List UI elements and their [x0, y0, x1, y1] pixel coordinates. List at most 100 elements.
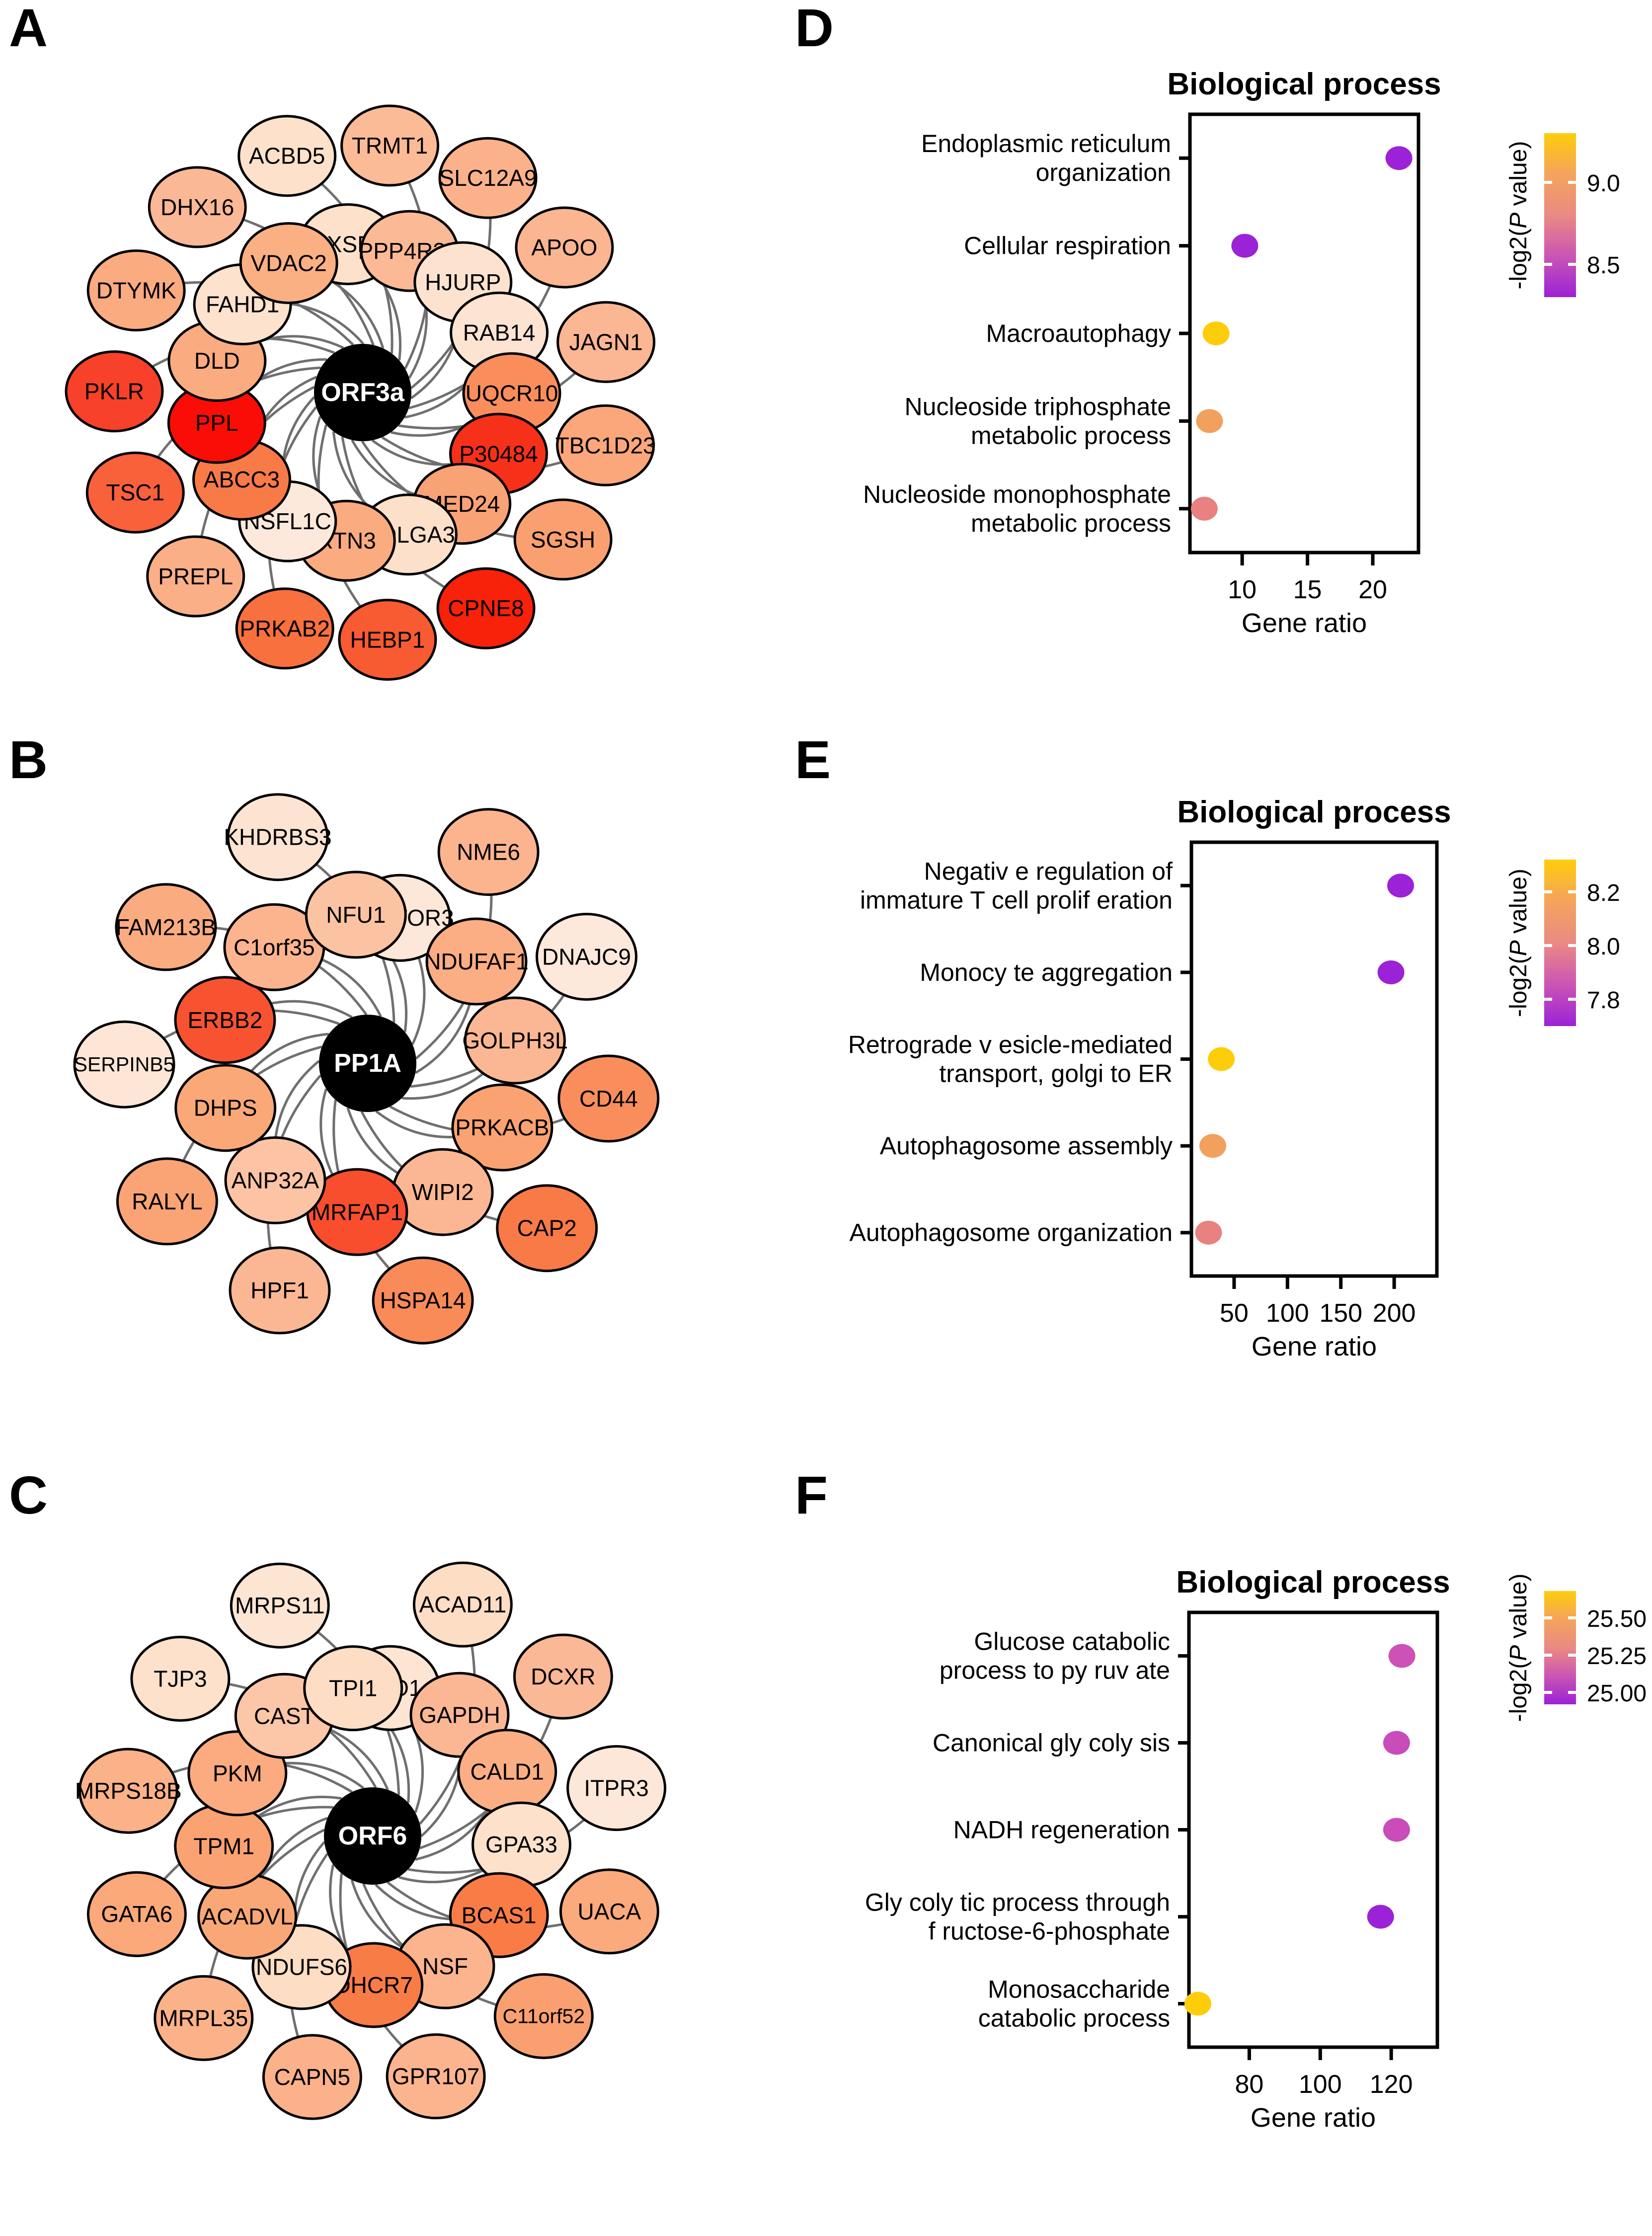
network-node[interactable]: GATA6: [86, 1871, 187, 1957]
network-node[interactable]: ACBD5: [237, 115, 337, 197]
network-node[interactable]: FAM213B: [115, 883, 217, 971]
network-node[interactable]: PREPL: [146, 535, 245, 618]
data-point[interactable]: [1383, 1818, 1410, 1842]
data-point[interactable]: [1184, 1992, 1211, 2016]
node-label: UACA: [577, 1899, 641, 1924]
data-point[interactable]: [1208, 1047, 1235, 1071]
network-node[interactable]: HSPA14: [372, 1256, 474, 1345]
node-label: GOLPH3L: [462, 1028, 567, 1053]
data-point[interactable]: [1385, 146, 1413, 170]
data-point[interactable]: [1196, 409, 1223, 433]
network-node[interactable]: CD44: [557, 1054, 660, 1143]
category-label: NADH regeneration: [953, 1816, 1170, 1844]
node-label: HSPA14: [380, 1287, 466, 1313]
data-point[interactable]: [1231, 234, 1259, 258]
network-node[interactable]: DHX16: [148, 166, 247, 248]
network-node[interactable]: ANP32A: [224, 1136, 326, 1224]
dotplot-biological-process-e: Biological processNegativ e regulation o…: [848, 795, 1620, 1361]
x-axis-title: Gene ratio: [1251, 2103, 1376, 2133]
category-axis: Glucose catabolicprocess to py ruv ate Ca…: [865, 1628, 1189, 2032]
colorbar-axis-title: -log2(P value): [1505, 869, 1532, 1017]
network-node[interactable]: PRKAB2: [235, 587, 334, 670]
category-label: Negativ e regulation of: [924, 857, 1173, 885]
category-label: Macroautophagy: [986, 319, 1171, 347]
colorbar-tick-label: 7.8: [1587, 987, 1620, 1014]
x-axis: 80 100 120 Gene ratio: [1235, 2047, 1413, 2133]
node-label: GPA33: [485, 1832, 557, 1857]
network-node[interactable]: PKLR: [65, 350, 164, 433]
network-node[interactable]: C11orf52: [493, 1973, 594, 2059]
network-node[interactable]: DCXR: [513, 1633, 613, 1720]
network-node[interactable]: TJP3: [130, 1636, 231, 1722]
network-node[interactable]: DTYMK: [86, 249, 186, 331]
network-node[interactable]: DHPS: [174, 1064, 277, 1152]
network-node[interactable]: TPI1: [303, 1645, 403, 1732]
network-hub[interactable]: PP1A: [319, 1015, 416, 1112]
node-label: HPF1: [250, 1278, 309, 1303]
node-label: CAST: [254, 1703, 315, 1729]
network-node[interactable]: CAPN5: [262, 2034, 362, 2120]
network-node[interactable]: ACAD11: [412, 1561, 513, 1648]
network-node[interactable]: NFU1: [305, 871, 407, 959]
network-node[interactable]: MRPS11: [230, 1562, 330, 1649]
node-label: P30484: [459, 441, 538, 467]
x-axis: 10 15 20 Gene ratio: [1228, 553, 1387, 638]
network-hub[interactable]: ORF6: [324, 1787, 421, 1885]
data-point[interactable]: [1383, 1731, 1410, 1755]
data-point[interactable]: [1377, 960, 1405, 984]
node-label: MRPS11: [235, 1593, 325, 1618]
network-node[interactable]: VDAC2: [239, 222, 338, 304]
network-node[interactable]: RALYL: [116, 1157, 218, 1246]
network-node[interactable]: HEBP1: [338, 599, 437, 681]
node-label: TRMT1: [352, 133, 428, 159]
network-node[interactable]: GOLPH3L: [462, 996, 568, 1085]
network-node[interactable]: ITPR3: [566, 1745, 667, 1831]
colorbar-tick-label: 25.25: [1587, 1643, 1647, 1670]
network-node[interactable]: SGSH: [513, 498, 613, 581]
data-point[interactable]: [1388, 1644, 1416, 1668]
data-point[interactable]: [1195, 1220, 1222, 1245]
network-node[interactable]: APOO: [515, 206, 614, 289]
network-node[interactable]: WIPI2: [392, 1148, 494, 1236]
data-point[interactable]: [1387, 874, 1414, 898]
network-hub[interactable]: ORF3a: [314, 344, 411, 441]
network-node[interactable]: GPR107: [386, 2033, 486, 2120]
network-node[interactable]: ERBB2: [174, 976, 276, 1064]
network-node[interactable]: SLC12A9: [438, 137, 538, 219]
network-node[interactable]: TRMT1: [340, 104, 440, 187]
data-points: [1184, 1644, 1416, 2016]
data-point[interactable]: [1199, 1134, 1226, 1158]
network-node[interactable]: TBC1D23: [555, 404, 656, 486]
network-node[interactable]: NME6: [437, 808, 540, 896]
network-node[interactable]: MRPS18B: [75, 1748, 182, 1834]
network-node[interactable]: DNAJC9: [536, 913, 637, 1001]
node-label: NSF: [422, 1953, 468, 1979]
network-node[interactable]: NDUFAF1: [424, 917, 529, 1006]
category-label: Autophagosome assembly: [880, 1132, 1173, 1160]
network-node[interactable]: UACA: [559, 1868, 659, 1955]
network-node[interactable]: HPF1: [229, 1246, 331, 1335]
x-axis: 50 100 150 200 Gene ratio: [1220, 1276, 1416, 1361]
node-label: SGSH: [531, 527, 595, 553]
data-point[interactable]: [1367, 1905, 1394, 1929]
network-node[interactable]: CAP2: [496, 1184, 598, 1273]
category-label: Glucose catabolic: [974, 1628, 1170, 1656]
colorbar-gradient: [1544, 860, 1576, 1026]
network-node[interactable]: CALD1: [457, 1729, 557, 1815]
colorbar-tick-label: 9.0: [1587, 170, 1620, 197]
network-node[interactable]: TPM1: [174, 1803, 274, 1889]
data-point[interactable]: [1202, 321, 1230, 345]
node-label: ABCC3: [204, 467, 280, 492]
x-tick-label: 10: [1228, 575, 1257, 604]
network-node[interactable]: KHDRBS3: [224, 793, 332, 881]
node-label: KHDRBS3: [224, 824, 331, 850]
network-node[interactable]: SERPINB5: [73, 1020, 175, 1109]
node-label: C1orf35: [234, 934, 315, 960]
network-node[interactable]: TSC1: [85, 451, 185, 534]
network-node[interactable]: MRPL35: [154, 1975, 254, 2061]
network-node[interactable]: JAGN1: [556, 301, 656, 383]
node-label: DCXR: [531, 1664, 595, 1689]
data-point[interactable]: [1190, 496, 1218, 521]
colorbar-tick-label: 8.2: [1587, 880, 1620, 906]
network-node[interactable]: CPNE8: [436, 567, 536, 649]
